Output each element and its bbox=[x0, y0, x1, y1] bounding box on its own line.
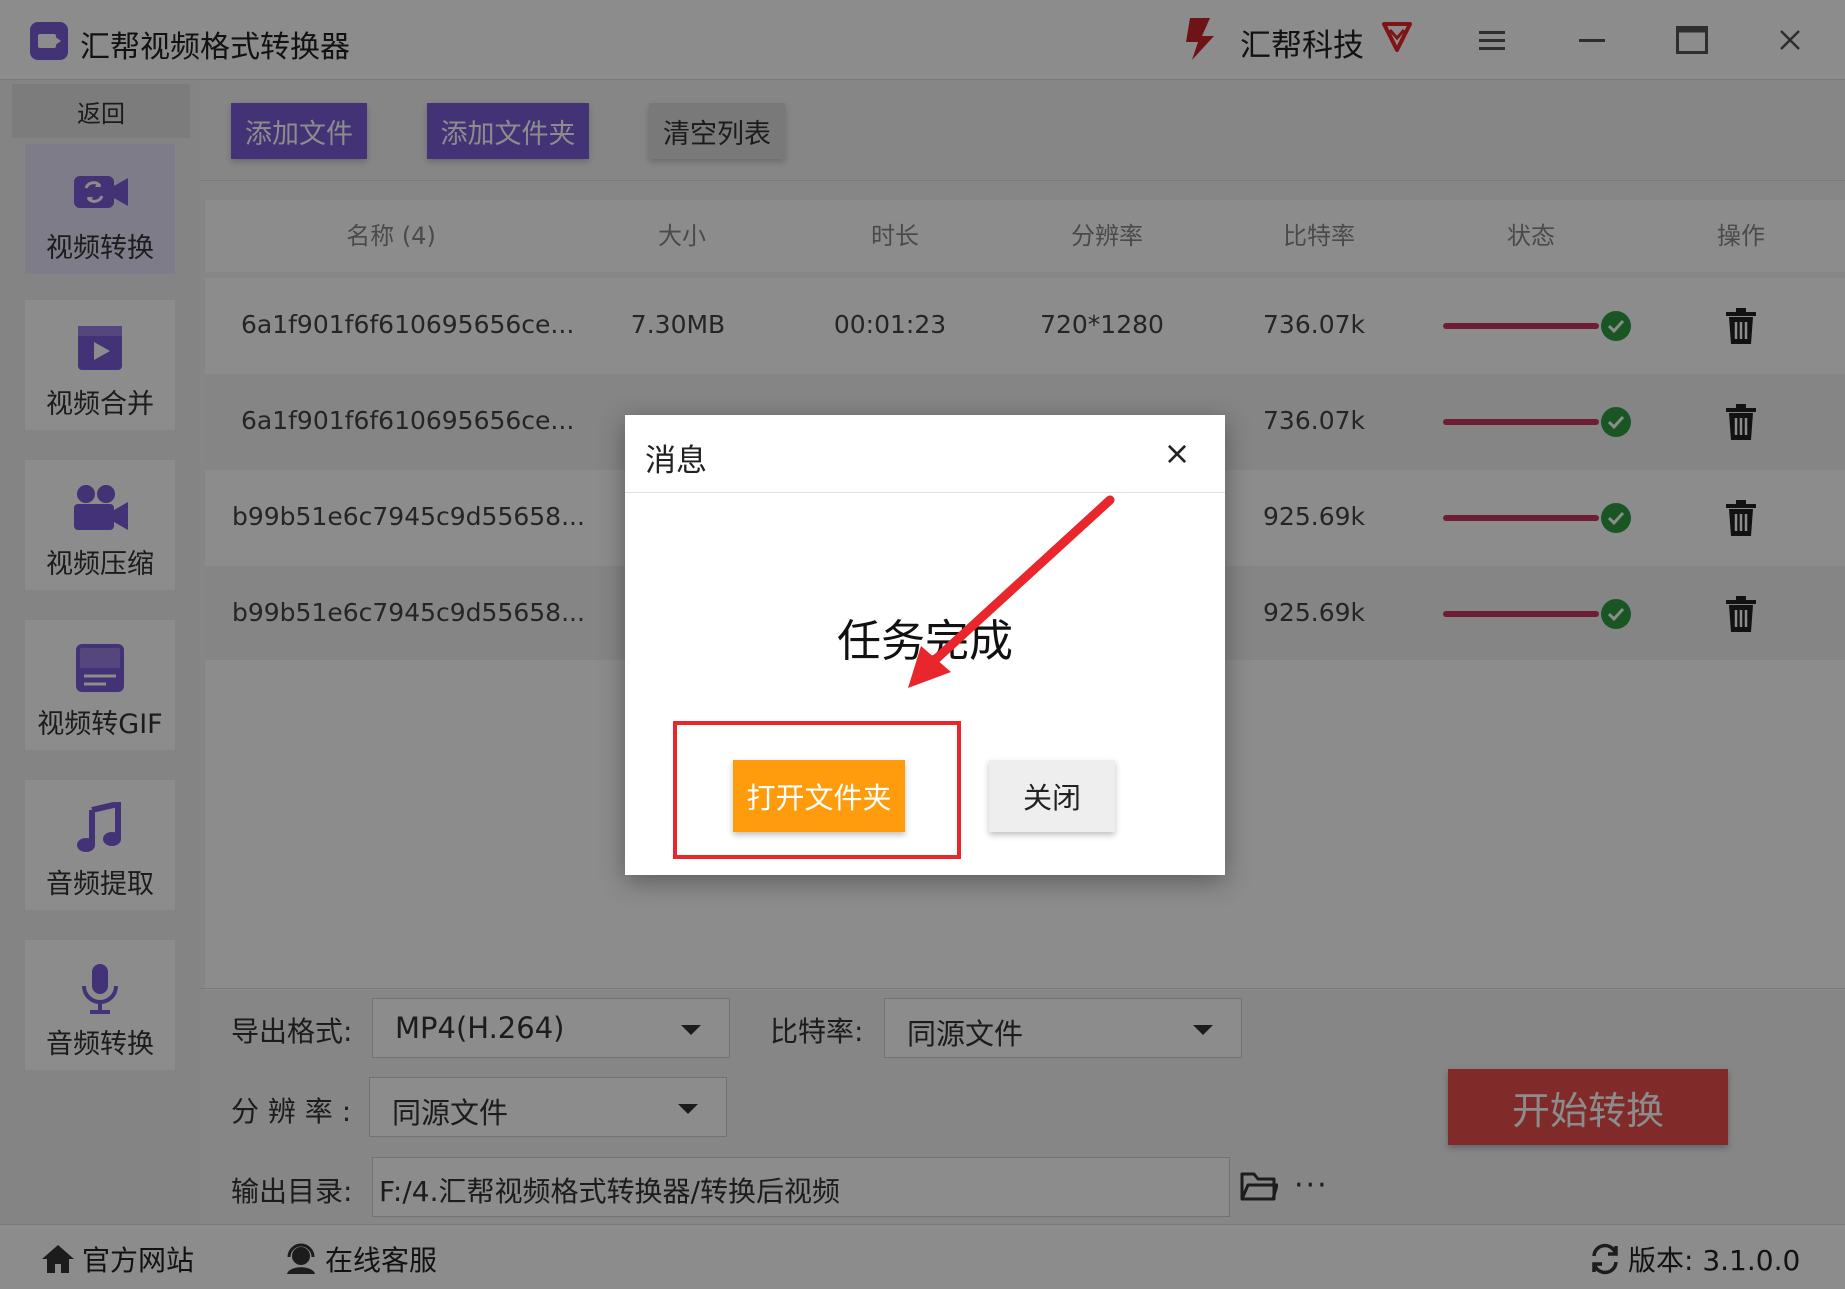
dialog-title: 消息 bbox=[645, 443, 707, 479]
dialog-header: 消息 × bbox=[625, 415, 1225, 493]
dialog-close-button[interactable]: 关闭 bbox=[989, 760, 1115, 832]
dialog-message: 任务完成 bbox=[837, 616, 1013, 667]
annotation-highlight-box bbox=[673, 721, 961, 859]
app-window: 汇帮视频格式转换器 汇帮科技 返回 视频转换 视频合并 视频压缩 视频转GIF … bbox=[0, 0, 1845, 1289]
dialog-close-icon[interactable]: × bbox=[1159, 434, 1195, 472]
